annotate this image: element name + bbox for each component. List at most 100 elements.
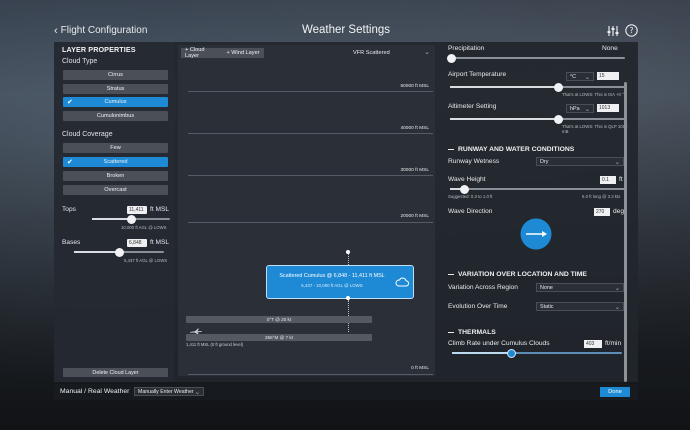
altimeter-value-field[interactable]: 1013 <box>597 104 619 112</box>
altimeter-slider[interactable] <box>450 114 625 124</box>
bases-value-field[interactable]: 6,848 <box>127 239 147 247</box>
runway-wetness-value: Dry <box>540 158 549 165</box>
temperature-slider-thumb[interactable] <box>554 82 563 92</box>
weather-settings-panel: LAYER PROPERTIES Cloud Type Cirrus Strat… <box>54 42 638 382</box>
check-icon: ✔ <box>67 159 73 166</box>
temperature-slider[interactable] <box>450 82 625 92</box>
wave-direction-label: Wave Direction <box>448 208 493 215</box>
wave-height-slider[interactable] <box>450 184 625 194</box>
bases-slider[interactable] <box>74 247 164 257</box>
wave-direction-unit: deg <box>613 208 625 215</box>
add-cloud-layer-button[interactable]: + Cloud Layer <box>181 47 223 59</box>
bases-label: Bases <box>62 239 81 246</box>
wave-height-slider-thumb[interactable] <box>459 184 469 194</box>
wave-height-label: Wave Height <box>448 176 486 183</box>
temperature-slider-fill <box>450 86 559 88</box>
coverage-few[interactable]: Few <box>63 143 168 153</box>
help-icon[interactable]: ? <box>625 24 638 37</box>
precipitation-slider-thumb[interactable] <box>447 53 457 63</box>
weather-mode-label: Manual / Real Weather <box>60 388 130 395</box>
thermals-header: THERMALS <box>448 329 496 336</box>
cloud-icon <box>395 274 410 292</box>
evolution-time-select[interactable]: Static ⌄ <box>536 302 624 311</box>
option-label: Stratus <box>106 86 125 92</box>
header-dash <box>448 274 454 275</box>
altitude-label-50000: 50000 ft MSL <box>400 84 429 89</box>
delete-cloud-layer-button[interactable]: Delete Cloud Layer <box>63 368 168 377</box>
altitude-label-0: 0 ft MSL <box>411 366 429 371</box>
tops-value-field[interactable]: 11,411 <box>127 206 147 214</box>
cloud-type-cumulonimbus[interactable]: Cumulonimbus <box>63 111 168 121</box>
cloud-layer-title: Scattered Cumulus @ 6,848 - 11,411 ft MS… <box>279 273 385 279</box>
wave-height-note-left: Suggested: 0.3 to 1.0 ft <box>448 194 493 199</box>
weather-mode-select[interactable]: Manually Enter Weather ⌄ <box>134 387 204 396</box>
climb-rate-slider-fill <box>452 352 512 354</box>
altitude-line-20000 <box>188 222 433 223</box>
cloud-type-cirrus[interactable]: Cirrus <box>63 70 168 80</box>
sliders-icon[interactable] <box>607 25 619 37</box>
cloud-layer-card[interactable]: Scattered Cumulus @ 6,848 - 11,411 ft MS… <box>266 265 414 299</box>
coverage-broken[interactable]: Broken <box>63 171 168 181</box>
bases-unit: ft MSL <box>150 239 170 246</box>
wave-direction-dial[interactable] <box>520 218 552 255</box>
chevron-down-icon: ⌄ <box>614 304 620 311</box>
wind-layer-1-label: 0°T @ 20 kt <box>266 317 292 322</box>
option-label: Broken <box>106 173 125 179</box>
temperature-unit-value: °C <box>570 73 577 80</box>
wind-layer-2-label: 356°M @ 7 kt <box>265 335 293 340</box>
cloud-type-cumulus[interactable]: ✔ Cumulus <box>63 97 168 107</box>
layer-graph-panel: + Cloud Layer + Wind Layer VFR Scattered… <box>178 45 435 376</box>
climb-rate-slider[interactable] <box>452 348 622 358</box>
variation-header-text: VARIATION OVER LOCATION AND TIME <box>458 271 587 278</box>
temperature-unit-select[interactable]: °C ⌄ <box>566 72 594 81</box>
option-label: Cirrus <box>108 72 123 78</box>
precipitation-slider[interactable] <box>447 53 625 63</box>
tops-label: Tops <box>62 206 76 213</box>
cloud-top-handle[interactable] <box>346 250 350 254</box>
add-wind-layer-button[interactable]: + Wind Layer <box>222 48 264 58</box>
coverage-scattered[interactable]: ✔ Scattered <box>63 157 168 167</box>
airport-temperature-label: Airport Temperature <box>448 71 507 78</box>
tops-slider-thumb[interactable] <box>126 214 136 224</box>
check-icon: ✔ <box>67 99 73 106</box>
temperature-value-field[interactable]: 15 <box>597 72 619 80</box>
tops-unit: ft MSL <box>150 206 170 213</box>
altimeter-note: That's at LOWS: This is QLP 1013 mB <box>562 124 628 134</box>
climb-rate-value-field[interactable]: 403 <box>584 340 602 348</box>
chevron-down-icon: ⌄ <box>584 106 590 113</box>
page-title: Weather Settings <box>301 24 390 36</box>
chevron-down-icon: ⌄ <box>194 389 200 396</box>
weather-preset-select[interactable]: VFR Scattered ⌄ <box>353 48 433 58</box>
tops-slider[interactable] <box>92 214 170 224</box>
wind-layer-1[interactable]: 0°T @ 20 kt <box>186 316 372 323</box>
option-label: Cumulus <box>104 99 127 105</box>
altimeter-unit-select[interactable]: hPa ⌄ <box>566 104 594 113</box>
variation-region-select[interactable]: None ⌄ <box>536 283 624 292</box>
runway-wetness-select[interactable]: Dry ⌄ <box>536 157 624 166</box>
wave-height-unit: ft <box>619 176 623 183</box>
scrollbar[interactable] <box>624 82 627 382</box>
wave-height-value-field[interactable]: 0.1 <box>600 176 616 184</box>
evolution-time-value: Static <box>540 303 554 310</box>
altitude-line-40000 <box>188 133 433 134</box>
top-icons: ? <box>607 24 638 37</box>
cloud-type-stratus[interactable]: Stratus <box>63 84 168 94</box>
wave-height-note-right: 6.0 ft long @ 3.3 kts <box>582 194 621 199</box>
altimeter-label: Altimeter Setting <box>448 103 497 110</box>
svg-text:?: ? <box>629 26 633 35</box>
done-button[interactable]: Done <box>600 387 630 397</box>
wind-layer-2[interactable]: 356°M @ 7 kt <box>186 334 372 341</box>
option-label: Scattered <box>103 159 128 165</box>
preset-value: VFR Scattered <box>353 50 390 56</box>
wave-direction-value-field[interactable]: 270 <box>594 208 610 216</box>
variation-header: VARIATION OVER LOCATION AND TIME <box>448 271 587 278</box>
altimeter-slider-thumb[interactable] <box>554 114 563 124</box>
coverage-overcast[interactable]: Overcast <box>63 185 168 195</box>
altitude-line-50000 <box>188 91 433 92</box>
altitude-label-40000: 40000 ft MSL <box>400 126 429 131</box>
cloud-type-label: Cloud Type <box>62 58 98 65</box>
bases-slider-thumb[interactable] <box>114 247 124 257</box>
climb-rate-label: Climb Rate under Cumulus Clouds <box>448 340 550 347</box>
layer-properties-panel: LAYER PROPERTIES Cloud Type Cirrus Strat… <box>54 42 174 382</box>
climb-rate-slider-thumb[interactable] <box>507 348 516 358</box>
